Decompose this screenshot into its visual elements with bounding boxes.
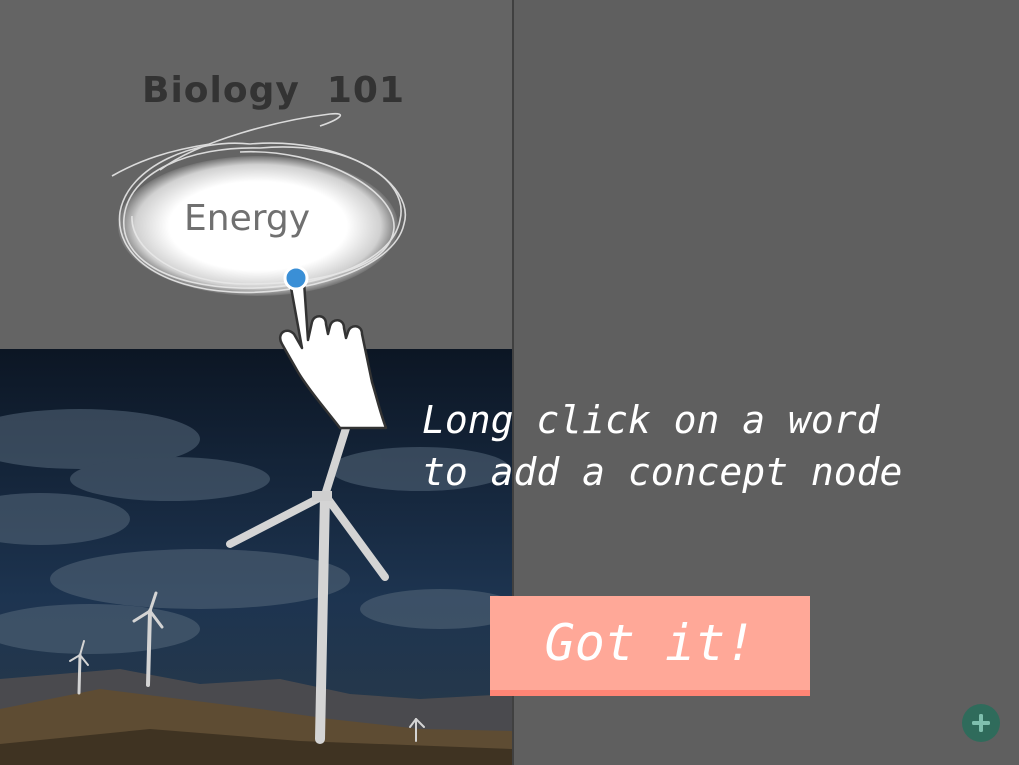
hint-line-1: Long click on a word [422, 398, 880, 442]
add-node-button[interactable] [962, 704, 1000, 742]
highlighted-word[interactable]: Energy [184, 198, 310, 239]
pointing-hand-icon [278, 265, 388, 430]
plus-icon [972, 714, 990, 732]
tutorial-hint: Long click on a word to add a concept no… [422, 394, 1012, 498]
got-it-button[interactable]: Got it! [490, 596, 810, 696]
hint-line-2: to add a concept node [422, 450, 903, 494]
